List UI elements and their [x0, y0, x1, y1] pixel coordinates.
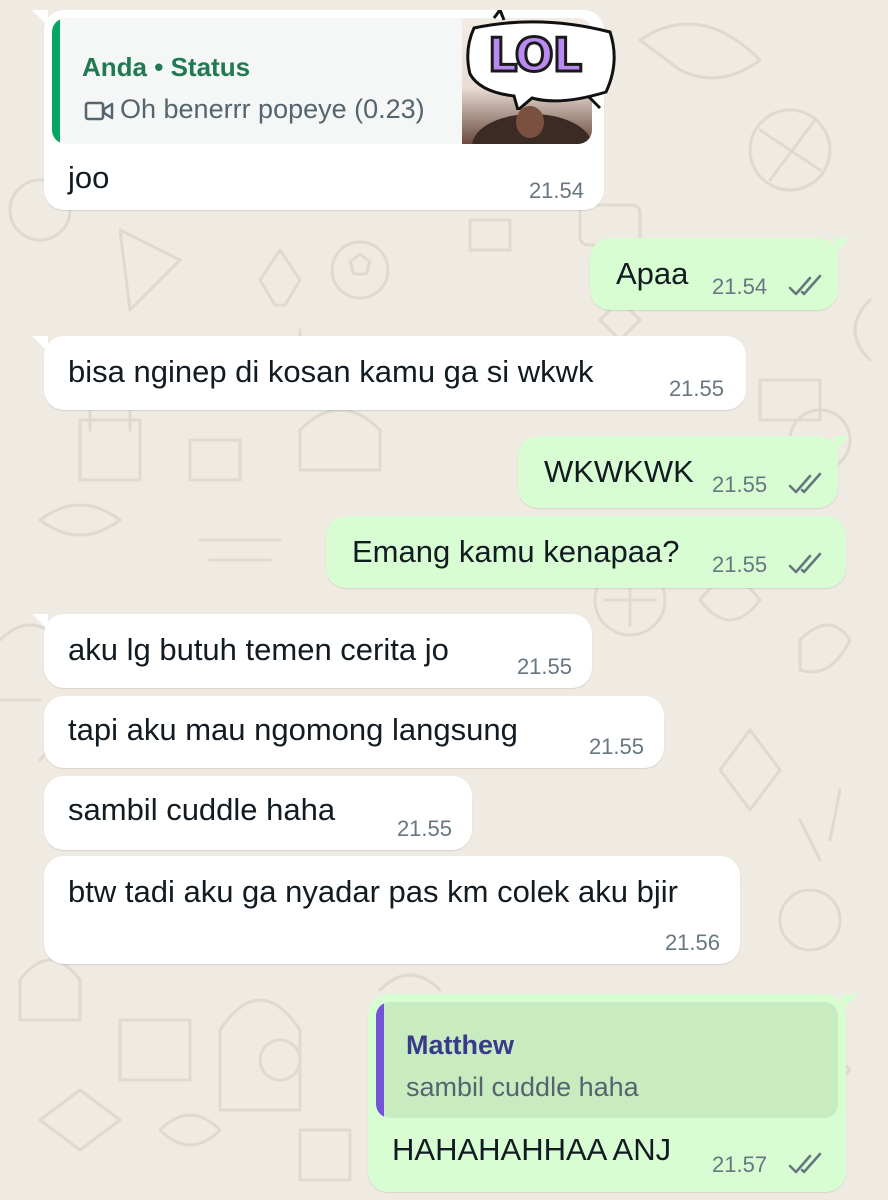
- message-text: Emang kamu kenapaa?: [352, 534, 680, 569]
- message-time: 21.54: [528, 178, 584, 203]
- quote-accent-bar: [52, 18, 60, 144]
- read-receipt-icon: [788, 472, 826, 496]
- quote-text: sambil cuddle haha: [406, 1072, 639, 1102]
- message-text: joo: [68, 160, 110, 195]
- read-receipt-icon: [788, 1152, 826, 1176]
- message-bubble-outgoing[interactable]: Emang kamu kenapaa? 21.55: [326, 516, 846, 588]
- chat-area[interactable]: Anda • Status Oh benerrr popeye (0.23) L…: [0, 0, 888, 1200]
- message-text: sambil cuddle haha: [68, 792, 336, 827]
- message-text: bisa nginep di kosan kamu ga si wkwk: [68, 354, 594, 389]
- sticker-text: LOL: [486, 27, 583, 84]
- message-text: aku lg butuh temen cerita jo: [68, 632, 449, 667]
- message-time: 21.55: [516, 654, 572, 679]
- message-time: 21.54: [712, 274, 768, 299]
- message-bubble-incoming[interactable]: sambil cuddle haha 21.55: [44, 776, 472, 850]
- message-bubble-incoming[interactable]: Anda • Status Oh benerrr popeye (0.23) L…: [32, 6, 616, 210]
- message-time: 21.56: [664, 930, 720, 955]
- message-bubble-outgoing[interactable]: WKWKWK 21.55: [518, 436, 850, 508]
- video-icon: [84, 100, 114, 122]
- message-time: 21.55: [668, 376, 724, 401]
- message-bubble-incoming[interactable]: tapi aku mau ngomong langsung 21.55: [44, 696, 664, 768]
- message-text: btw tadi aku ga nyadar pas km colek aku …: [68, 874, 678, 909]
- message-bubble-incoming[interactable]: bisa nginep di kosan kamu ga si wkwk 21.…: [32, 336, 746, 410]
- message-time: 21.55: [712, 552, 768, 577]
- message-bubble-incoming[interactable]: btw tadi aku ga nyadar pas km colek aku …: [44, 856, 740, 964]
- quote-text: Oh benerrr popeye (0.23): [120, 94, 425, 124]
- message-bubble-outgoing[interactable]: Apaa 21.54: [590, 238, 850, 310]
- message-text: WKWKWK: [544, 454, 694, 489]
- message-text: HAHAHAHHAA ANJ: [392, 1132, 672, 1167]
- quoted-message[interactable]: Matthew sambil cuddle haha: [376, 1002, 838, 1118]
- message-time: 21.55: [396, 816, 452, 841]
- message-bubble-outgoing[interactable]: Matthew sambil cuddle haha HAHAHAHHAA AN…: [368, 994, 858, 1192]
- message-text: tapi aku mau ngomong langsung: [68, 712, 518, 747]
- message-bubble-incoming[interactable]: aku lg butuh temen cerita jo 21.55: [32, 614, 592, 688]
- message-time: 21.55: [588, 734, 644, 759]
- quote-author: Anda • Status: [82, 52, 251, 82]
- quote-author: Matthew: [406, 1030, 514, 1060]
- lol-sticker: LOL: [460, 6, 620, 113]
- read-receipt-icon: [788, 274, 826, 298]
- message-time: 21.55: [712, 472, 768, 497]
- message-time: 21.57: [712, 1152, 768, 1177]
- quote-accent-bar: [376, 1002, 384, 1118]
- read-receipt-icon: [788, 552, 826, 576]
- message-text: Apaa: [616, 256, 689, 291]
